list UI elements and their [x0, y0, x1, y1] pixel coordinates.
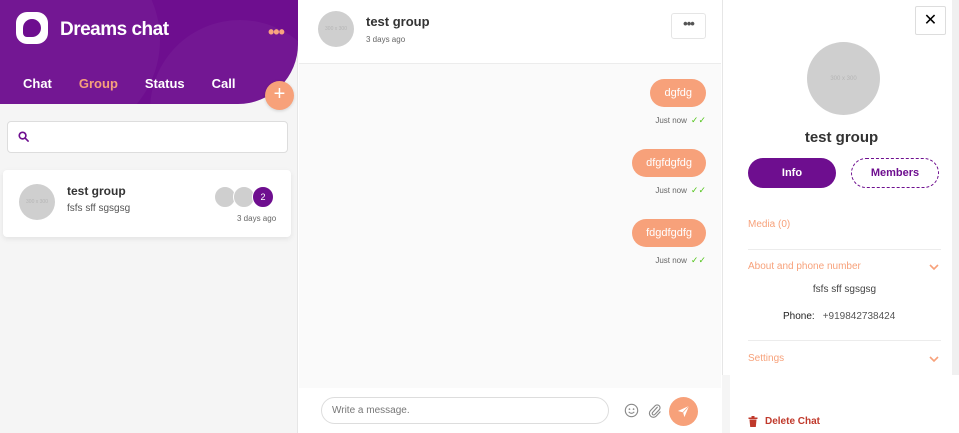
read-check-icon: ✓✓: [690, 185, 706, 195]
group-profile-name: test group: [804, 129, 879, 146]
delete-chat-button[interactable]: Delete Chat: [748, 416, 820, 427]
chat-last-seen: 3 days ago: [366, 35, 406, 44]
group-avatar: 300 x 300: [19, 184, 55, 220]
tab-group[interactable]: Group: [79, 76, 118, 91]
chat-more-button[interactable]: •••: [671, 13, 706, 39]
read-check-icon: ✓✓: [690, 255, 706, 265]
send-button[interactable]: [669, 397, 698, 426]
message-time: Just now: [655, 256, 687, 265]
message: fdgdfgdfg Just now ✓✓: [632, 219, 706, 266]
sidebar-header: Dreams chat ••• Chat Group Status Call: [0, 0, 298, 104]
send-icon: [677, 405, 690, 418]
phone-row: Phone: +919842738424: [783, 311, 895, 322]
member-avatars: 2: [214, 186, 274, 208]
message: dfgfdgfdg Just now ✓✓: [632, 149, 706, 196]
message-time: Just now: [655, 186, 687, 195]
message-bubble[interactable]: dgfdg: [650, 79, 706, 107]
about-section-label[interactable]: About and phone number: [748, 261, 861, 272]
group-time: 3 days ago: [237, 214, 277, 223]
group-profile-avatar: 300 x 300: [807, 42, 880, 115]
settings-section-label[interactable]: Settings: [748, 353, 784, 364]
message-bubble[interactable]: dfgfdgfdg: [632, 149, 706, 177]
info-button[interactable]: Info: [748, 158, 836, 188]
unread-count-badge: 2: [252, 186, 274, 208]
tab-chat[interactable]: Chat: [23, 76, 52, 91]
scrollbar[interactable]: [952, 0, 959, 375]
more-options-icon[interactable]: •••: [268, 22, 285, 43]
message-time: Just now: [655, 116, 687, 125]
message-composer: [299, 388, 721, 433]
phone-label: Phone:: [783, 311, 815, 322]
chat-header: 300 x 300 test group 3 days ago •••: [299, 0, 721, 64]
chat-area: 300 x 300 test group 3 days ago ••• dgfd…: [299, 0, 721, 433]
search-input[interactable]: [36, 127, 281, 149]
members-button[interactable]: Members: [851, 158, 939, 188]
group-last-message: fsfs sff sgsgsg: [67, 203, 131, 214]
trash-icon: [748, 416, 758, 427]
message-input[interactable]: [321, 397, 609, 424]
divider: [748, 340, 941, 341]
group-name: test group: [67, 184, 126, 198]
emoji-icon[interactable]: [624, 403, 639, 418]
read-check-icon: ✓✓: [690, 115, 706, 125]
attachment-icon[interactable]: [647, 402, 662, 418]
details-panel: ✕ 300 x 300 test group Info Members Medi…: [722, 0, 959, 433]
brand-name: Dreams chat: [60, 19, 169, 40]
message-meta: Just now ✓✓: [632, 255, 706, 266]
chevron-down-icon[interactable]: [929, 356, 939, 363]
media-section-label[interactable]: Media (0): [748, 219, 790, 230]
message-bubble[interactable]: fdgdfgdfg: [632, 219, 706, 247]
delete-chat-label: Delete Chat: [765, 416, 821, 427]
chat-avatar[interactable]: 300 x 300: [318, 11, 354, 47]
message-meta: Just now ✓✓: [632, 185, 706, 196]
app-logo: [16, 12, 48, 44]
sidebar: Dreams chat ••• Chat Group Status Call +…: [0, 0, 298, 433]
sidebar-tabs: Chat Group Status Call: [23, 76, 262, 91]
phone-number: +919842738424: [822, 311, 896, 322]
search-icon: [18, 131, 29, 142]
chevron-down-icon[interactable]: [929, 264, 939, 271]
message: dgfdg Just now ✓✓: [650, 79, 706, 126]
search-box: [7, 121, 288, 153]
divider: [748, 249, 941, 250]
tab-call[interactable]: Call: [212, 76, 236, 91]
add-group-button[interactable]: +: [265, 81, 294, 110]
close-button[interactable]: ✕: [915, 6, 946, 35]
about-text: fsfs sff sgsgsg: [812, 284, 877, 295]
panel-edge: [722, 375, 730, 433]
chat-title: test group: [366, 14, 430, 29]
group-list-item[interactable]: 300 x 300 test group fsfs sff sgsgsg 2 3…: [3, 170, 291, 237]
message-meta: Just now ✓✓: [650, 115, 706, 126]
tab-status[interactable]: Status: [145, 76, 185, 91]
